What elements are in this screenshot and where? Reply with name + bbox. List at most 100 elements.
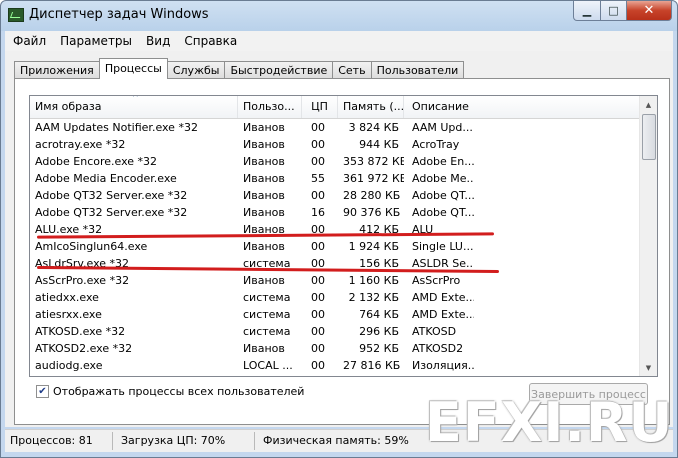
process-user: Иванов <box>243 342 285 355</box>
table-row[interactable]: ATKOSD.exe *32 система 00 296 КБ ATKOSD <box>30 323 640 340</box>
menu-options[interactable]: Параметры <box>54 34 138 48</box>
column-header-name-label: Имя образа <box>35 100 102 113</box>
column-header-user[interactable]: Пользо... <box>238 96 302 118</box>
client-area: Приложения Процессы Службы Быстродействи… <box>5 51 673 427</box>
process-memory: 2 132 КБ <box>348 291 399 304</box>
column-header-name[interactable]: ^ Имя образа <box>30 96 238 118</box>
process-rows: AAM Updates Notifier.exe *32 Иванов 00 3 82… <box>30 119 640 374</box>
process-user: Иванов <box>243 155 285 168</box>
process-cpu: 00 <box>311 138 325 151</box>
process-memory: 952 КБ <box>359 342 399 355</box>
process-cpu: 00 <box>311 342 325 355</box>
process-user: система <box>243 308 291 321</box>
menu-view[interactable]: Вид <box>140 34 176 48</box>
process-cpu: 00 <box>311 240 325 253</box>
table-row[interactable]: AsScrPro.exe *32 Иванов 00 1 160 КБ AsScrPro <box>30 272 640 289</box>
close-button[interactable]: ✕ <box>627 1 672 21</box>
process-user: Иванов <box>243 138 285 151</box>
process-cpu: 00 <box>311 291 325 304</box>
process-name: atiesrxx.exe <box>35 308 102 321</box>
vertical-scrollbar[interactable]: ▲ ▼ <box>639 96 657 376</box>
table-row[interactable]: atiesrxx.exe система 00 764 КБ AMD Exte... <box>30 306 640 323</box>
table-row[interactable]: Adobe Encore.exe *32 Иванов 00 353 872 КБ Ad… <box>30 153 640 170</box>
table-row[interactable]: ATKOSD2.exe *32 Иванов 00 952 КБ ATKOSD2 <box>30 340 640 357</box>
maximize-button[interactable]: □ <box>601 1 627 21</box>
process-name: acrotray.exe *32 <box>35 138 126 151</box>
status-memory: Физическая память: 59% <box>263 434 409 447</box>
process-cpu: 00 <box>311 325 325 338</box>
process-description: Adobe QT... <box>412 189 474 202</box>
scroll-thumb[interactable] <box>642 114 656 160</box>
process-memory: 353 872 КБ <box>343 155 404 168</box>
table-row[interactable]: atiedxx.exe система 00 2 132 КБ AMD Exte... <box>30 289 640 306</box>
process-name: AmIcoSinglun64.exe <box>35 240 148 253</box>
title-bar[interactable]: Диспетчер задач Windows ▁ □ ✕ <box>1 1 677 29</box>
process-user: LOCAL ... <box>243 359 293 372</box>
process-user: Иванов <box>243 240 285 253</box>
scroll-down-icon[interactable]: ▼ <box>640 359 657 376</box>
table-row[interactable]: audiodg.exe LOCAL ... 00 27 816 КБ Изоляция.… <box>30 357 640 374</box>
table-row[interactable]: acrotray.exe *32 Иванов 00 944 КБ AcroTray <box>30 136 640 153</box>
process-description: Single LU... <box>412 240 474 253</box>
show-all-processes-row[interactable]: ✔ Отображать процессы всех пользователей <box>36 385 304 398</box>
process-name: atiedxx.exe <box>35 291 99 304</box>
process-cpu: 16 <box>311 206 325 219</box>
process-description: ATKOSD2 <box>412 342 464 355</box>
table-row[interactable]: AAM Updates Notifier.exe *32 Иванов 00 3 82… <box>30 119 640 136</box>
process-description: Adobe Me... <box>412 172 474 185</box>
menu-bar: Файл Параметры Вид Справка <box>5 31 673 51</box>
tab-network[interactable]: Сеть <box>332 61 372 79</box>
tab-services[interactable]: Службы <box>166 61 226 79</box>
tab-processes[interactable]: Процессы <box>98 58 168 79</box>
process-user: Иванов <box>243 189 285 202</box>
process-memory: 3 824 КБ <box>348 121 399 134</box>
status-processes: Процессов: 81 <box>5 432 113 450</box>
task-manager-window: Диспетчер задач Windows ▁ □ ✕ Файл Парам… <box>0 0 678 458</box>
checkmark-icon: ✔ <box>38 386 47 397</box>
window-controls: ▁ □ ✕ <box>573 1 672 21</box>
process-name: ATKOSD.exe *32 <box>35 325 126 338</box>
process-cpu: 00 <box>311 274 325 287</box>
taskmanager-icon <box>8 8 24 22</box>
table-row[interactable]: Adobe QT32 Server.exe *32 Иванов 00 28 280 … <box>30 187 640 204</box>
process-cpu: 00 <box>311 121 325 134</box>
process-description: AcroTray <box>412 138 460 151</box>
tab-users[interactable]: Пользователи <box>370 61 465 79</box>
process-user: Иванов <box>243 121 285 134</box>
process-memory: 1 160 КБ <box>348 274 399 287</box>
menu-help[interactable]: Справка <box>178 34 243 48</box>
process-name: Adobe QT32 Server.exe *32 <box>35 189 188 202</box>
tab-applications[interactable]: Приложения <box>14 61 100 79</box>
column-header-description[interactable]: Описание <box>404 96 624 118</box>
process-user: Иванов <box>243 274 285 287</box>
process-cpu: 00 <box>311 359 325 372</box>
column-header-memory[interactable]: Память (... <box>338 96 404 118</box>
table-row[interactable]: Adobe Media Encoder.exe Иванов 55 361 972 К… <box>30 170 640 187</box>
column-header-cpu[interactable]: ЦП <box>302 96 338 118</box>
window-title: Диспетчер задач Windows <box>29 7 209 22</box>
process-cpu: 00 <box>311 189 325 202</box>
table-row[interactable]: Adobe QT32 Server.exe *32 Иванов 16 90 376 … <box>30 204 640 221</box>
process-description: AMD Exte... <box>412 291 474 304</box>
process-memory: 296 КБ <box>359 325 399 338</box>
scroll-up-icon[interactable]: ▲ <box>640 96 657 113</box>
processes-panel: ^ Имя образа Пользо... ЦП Память (... Оп… <box>14 78 670 425</box>
process-user: система <box>243 325 291 338</box>
show-all-processes-label: Отображать процессы всех пользователей <box>53 385 305 398</box>
process-memory: 27 816 КБ <box>343 359 401 372</box>
table-row[interactable]: AmIcoSinglun64.exe Иванов 00 1 924 КБ Single… <box>30 238 640 255</box>
watermark: EFXI.RU <box>425 391 674 454</box>
sort-ascending-icon: ^ <box>132 96 139 102</box>
process-user: система <box>243 291 291 304</box>
status-cpu: Загрузка ЦП: 70% <box>113 432 255 450</box>
process-description: AAM Upd... <box>412 121 473 134</box>
tab-performance[interactable]: Быстродействие <box>224 61 334 79</box>
process-name: AsScrPro.exe *32 <box>35 274 130 287</box>
show-all-processes-checkbox[interactable]: ✔ <box>36 385 49 398</box>
process-name: ATKOSD2.exe *32 <box>35 342 133 355</box>
process-memory: 764 КБ <box>359 308 399 321</box>
minimize-button[interactable]: ▁ <box>573 1 601 21</box>
menu-file[interactable]: Файл <box>7 34 52 48</box>
process-cpu: 00 <box>311 155 325 168</box>
process-memory: 90 376 КБ <box>343 206 401 219</box>
